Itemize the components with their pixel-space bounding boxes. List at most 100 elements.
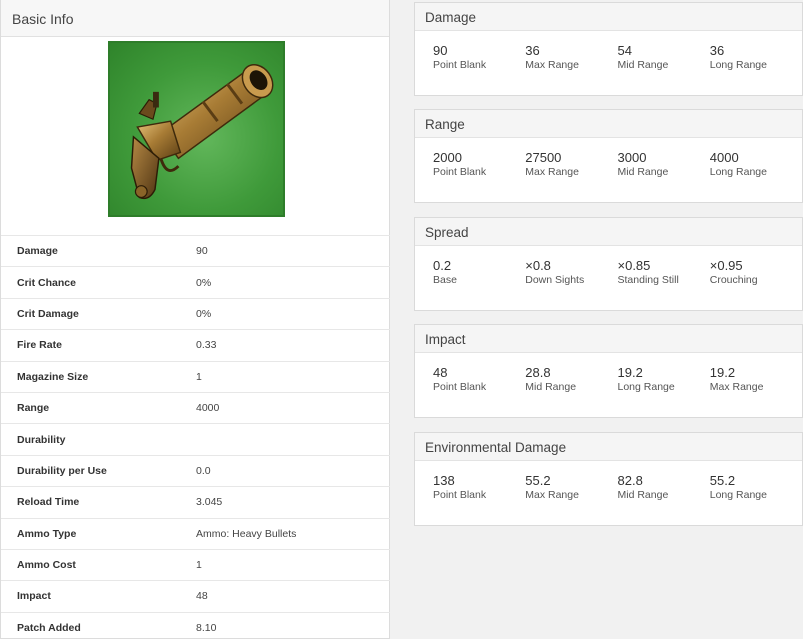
cell-label: Long Range (617, 381, 675, 393)
damage-card: Damage 90 Point Blank 36 Max Range 54 Mid R… (414, 2, 803, 96)
table-row: Damage 90 (1, 235, 390, 266)
stat-label: Durability (17, 433, 66, 446)
cell-label: Max Range (709, 381, 764, 393)
stat-label: Impact (17, 590, 51, 603)
card-cell: 36 Max Range (525, 43, 617, 72)
stat-value: 4000 (179, 391, 369, 423)
card-cell: 4000 Long Range (710, 150, 802, 179)
table-row: Durability (1, 423, 390, 454)
cell-value: 4000 (709, 150, 739, 165)
card-title: Environmental Damage (415, 433, 802, 461)
card-cell: 3000 Mid Range (618, 150, 710, 179)
card-cell: 19.2 Max Range (710, 365, 802, 394)
stat-label: Reload Time (17, 496, 80, 509)
stat-value: 90 (179, 235, 369, 266)
card-title: Range (415, 110, 802, 138)
table-row: Crit Damage 0% (1, 297, 390, 329)
cell-value: ×0.95 (709, 258, 743, 273)
stat-label: Damage (17, 245, 58, 258)
stats-table: Damage 90 Crit Chance 0% Crit Damage 0% Fir… (1, 235, 390, 639)
card-cell: 138 Point Blank (433, 473, 525, 502)
table-row: Range 4000 (1, 391, 390, 423)
stat-label: Durability per Use (17, 464, 107, 477)
stat-label: Crit Chance (17, 276, 76, 289)
card-title: Spread (415, 218, 802, 246)
table-row: Crit Chance 0% (1, 266, 390, 297)
stat-value: 0% (179, 297, 369, 329)
card-cell: 0.2 Base (433, 258, 525, 287)
cell-label: Max Range (525, 489, 579, 501)
cell-value: 138 (433, 473, 455, 488)
cell-label: Mid Range (617, 489, 669, 501)
stat-label: Range (17, 402, 50, 415)
cell-value: 55.2 (709, 473, 736, 488)
cell-value: 19.2 (617, 365, 643, 380)
cell-value: 54 (617, 43, 632, 58)
cell-label: Long Range (709, 166, 767, 178)
cell-value: 27500 (525, 150, 562, 165)
card-cell: 54 Mid Range (618, 43, 710, 72)
cell-value: 2000 (433, 150, 462, 165)
table-row: Ammo Cost 1 (1, 548, 390, 580)
cell-label: Long Range (709, 489, 767, 501)
cell-label: Standing Still (617, 274, 679, 286)
stat-value: 1 (179, 548, 369, 580)
cell-label: Crouching (709, 274, 758, 286)
cell-value: 0.2 (433, 258, 452, 273)
table-row: Magazine Size 1 (1, 360, 390, 392)
cell-label: Max Range (525, 59, 579, 71)
table-row: Fire Rate 0.33 (1, 329, 390, 360)
cell-label: Long Range (709, 59, 767, 71)
stat-label: Magazine Size (17, 370, 89, 383)
card-cell: 48 Point Blank (433, 365, 525, 394)
stat-label: Patch Added (17, 621, 81, 634)
table-row: Impact 48 (1, 580, 390, 611)
cell-label: Point Blank (433, 59, 487, 71)
cell-label: Mid Range (617, 166, 669, 178)
cell-label: Mid Range (525, 381, 577, 393)
cell-label: Max Range (525, 166, 579, 178)
flintlock-pistol-icon (108, 41, 285, 217)
cell-value: 48 (433, 365, 448, 380)
stat-value: 0.0 (179, 454, 369, 486)
impact-card: Impact 48 Point Blank 28.8 Mid Range 19.2 L… (414, 324, 803, 418)
range-card: Range 2000 Point Blank 27500 Max Range 300… (414, 109, 803, 203)
cell-value: 36 (525, 43, 540, 58)
cell-label: Mid Range (617, 59, 669, 71)
stat-label: Crit Damage (17, 307, 79, 320)
environmental-damage-card: Environmental Damage 138 Point Blank 55.2… (414, 432, 803, 526)
table-row: Reload Time 3.045 (1, 486, 390, 517)
stat-value: 48 (179, 580, 369, 611)
table-row: Patch Added 8.10 (1, 611, 390, 639)
stat-value: 3.045 (179, 486, 369, 517)
card-cell: 55.2 Long Range (710, 473, 802, 502)
cell-value: 3000 (617, 150, 647, 165)
card-cell: ×0.8 Down Sights (525, 258, 617, 287)
cell-value: 19.2 (709, 365, 736, 380)
stat-value: 0.33 (179, 329, 369, 360)
cell-value: 90 (433, 43, 448, 58)
stat-value: Ammo: Heavy Bullets (179, 517, 369, 549)
card-title: Impact (415, 325, 802, 353)
spread-card: Spread 0.2 Base ×0.8 Down Sights ×0.85 Stan… (414, 217, 803, 311)
basic-info-title: Basic Info (1, 0, 389, 37)
card-cell: 90 Point Blank (433, 43, 525, 72)
cell-label: Point Blank (433, 489, 487, 501)
stat-value: 1 (179, 360, 369, 392)
cell-value: 82.8 (617, 473, 643, 488)
cell-label: Point Blank (433, 166, 487, 178)
cell-value: 36 (709, 43, 725, 58)
cell-label: Point Blank (433, 381, 487, 393)
table-row: Ammo Type Ammo: Heavy Bullets (1, 517, 390, 549)
stat-value (179, 423, 369, 454)
cell-value: 55.2 (525, 473, 551, 488)
stat-label: Ammo Cost (17, 559, 76, 572)
card-cell: 27500 Max Range (525, 150, 617, 179)
card-cell: 28.8 Mid Range (525, 365, 617, 394)
stat-label: Ammo Type (17, 527, 77, 540)
stat-value: 0% (179, 266, 369, 297)
basic-info-panel: Basic Info Damage 90 Crit Chance 0% Crit… (0, 0, 390, 639)
stat-value: 8.10 (179, 611, 369, 639)
cell-value: 28.8 (525, 365, 551, 380)
cell-label: Down Sights (525, 274, 585, 286)
